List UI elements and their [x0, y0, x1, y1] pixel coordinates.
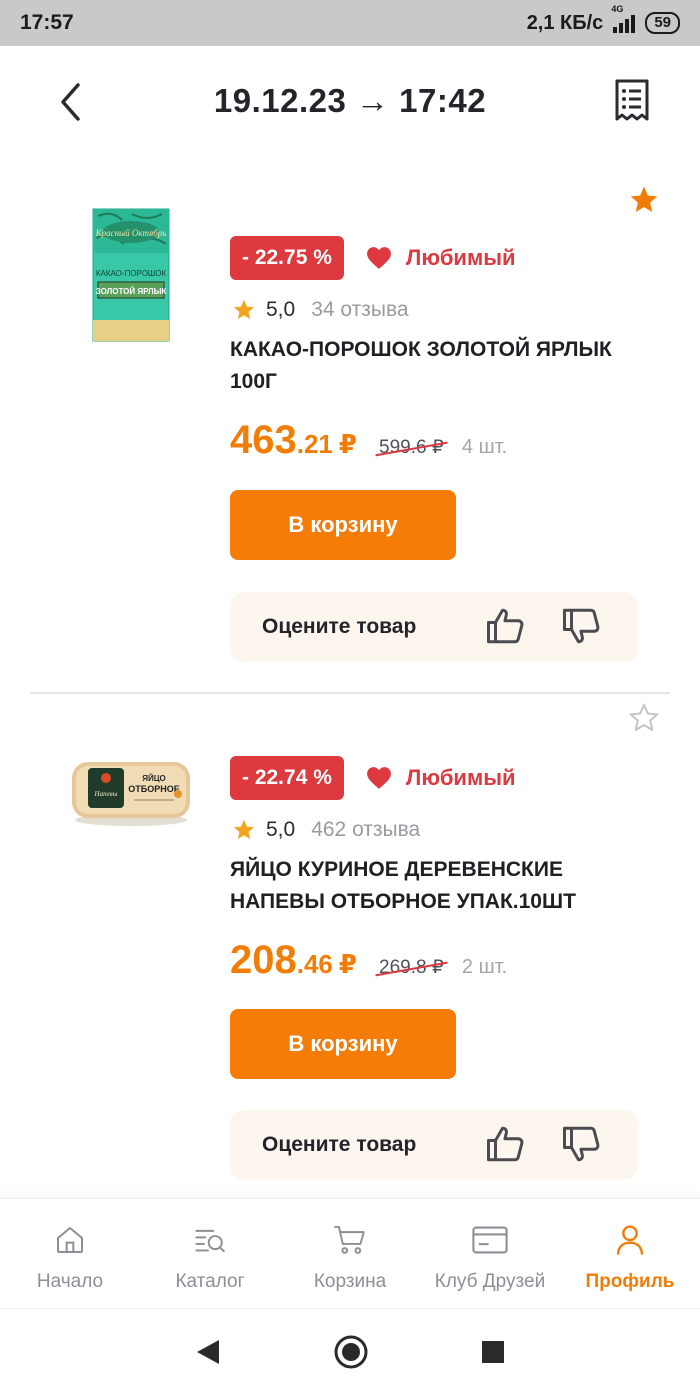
badges-row: - 22.74 % Любимый: [230, 756, 516, 800]
network-type: 4G: [611, 4, 624, 14]
rating-row: 5,0 34 отзыва: [232, 298, 409, 322]
favorite-text: Любимый: [405, 245, 516, 270]
card-icon: [472, 1226, 508, 1254]
catalog-search-icon: [195, 1229, 226, 1253]
favorite-label: Любимый: [366, 245, 516, 271]
old-price: 269.8 ₽: [379, 957, 444, 978]
star-outline-icon: [629, 703, 659, 731]
nav-label: Клуб Друзей: [434, 1271, 546, 1292]
favorite-star-button[interactable]: [626, 700, 662, 736]
add-to-cart-button[interactable]: В корзину: [230, 1009, 456, 1079]
signal-icon: 4G: [611, 4, 636, 33]
image-main-text: ОТБОРНОЕ: [128, 784, 179, 794]
nav-item-profile[interactable]: Профиль: [560, 1199, 700, 1308]
add-to-cart-button[interactable]: В корзину: [230, 490, 456, 560]
price-cents: .21: [296, 429, 333, 459]
status-time: 17:57: [20, 11, 74, 34]
product-image[interactable]: Красный Октябрь КАКАО-ПОРОШОК ЗОЛОТОЙ ЯР…: [92, 208, 170, 342]
nav-item-friends-club[interactable]: Клуб Друзей: [420, 1199, 560, 1308]
price-row: 463 .21 ₽ 599.6 ₽ 4 шт.: [230, 418, 507, 463]
thumbs-up-icon: [487, 1126, 524, 1162]
star-rating-icon: [234, 820, 254, 839]
old-price: 599.6 ₽: [379, 437, 444, 458]
status-bar: 17:57 2,1 КБ/с 4G 59: [0, 0, 700, 46]
square-recents-icon: [482, 1341, 504, 1363]
reviews-link[interactable]: 462 отзыва: [311, 818, 420, 842]
nav-item-catalog[interactable]: Каталог: [140, 1199, 280, 1308]
nav-label: Каталог: [175, 1271, 245, 1292]
system-home-button[interactable]: [333, 1334, 369, 1375]
nav-item-cart[interactable]: Корзина: [280, 1199, 420, 1308]
rate-product-box: Оцените товар: [230, 1110, 638, 1180]
header: 19.12.23 → 17:42: [0, 46, 700, 156]
cart-icon: [334, 1225, 365, 1254]
thumbs-down-icon: [563, 1126, 600, 1162]
discount-badge: - 22.74 %: [230, 756, 344, 800]
thumbs-down-button[interactable]: [558, 602, 606, 650]
receipt-button[interactable]: [608, 74, 656, 126]
triangle-back-icon: [197, 1340, 219, 1364]
thumbs-up-icon: [487, 608, 524, 644]
heart-icon: [366, 767, 391, 789]
discount-badge: - 22.75 %: [230, 236, 344, 280]
image-main-text: ЗОЛОТОЙ ЯРЛЫК: [96, 287, 167, 296]
heart-icon: [366, 247, 391, 269]
image-top-text: ЯЙЦО: [142, 774, 166, 783]
rating-row: 5,0 462 отзыва: [232, 818, 420, 842]
product-image[interactable]: Напевы ЯЙЦО ОТБОРНОЕ: [70, 754, 192, 828]
rate-label: Оцените товар: [262, 615, 417, 638]
network-speed: 2,1 КБ/с: [526, 11, 604, 34]
product-name[interactable]: ЯЙЦО КУРИНОЕ ДЕРЕВЕНСКИЕ НАПЕВЫ ОТБОРНОЕ…: [230, 854, 610, 918]
brand-text: Красный Октябрь: [95, 228, 167, 238]
system-nav-bar: [0, 1308, 700, 1400]
profile-icon: [616, 1225, 644, 1255]
price-main: 208: [230, 938, 297, 982]
page-title: 19.12.23 → 17:42: [213, 82, 487, 119]
system-back-button[interactable]: [195, 1338, 221, 1371]
price-cents: .46: [296, 949, 333, 979]
battery-icon: 59: [645, 12, 680, 34]
thumbs-down-button[interactable]: [558, 1120, 606, 1168]
product-card: Красный Октябрь КАКАО-ПОРОШОК ЗОЛОТОЙ ЯР…: [0, 170, 700, 690]
circle-home-icon: [334, 1335, 368, 1369]
thumbs-up-button[interactable]: [482, 1120, 530, 1168]
status-indicators: 2,1 КБ/с 4G 59: [526, 4, 680, 35]
price-currency: ₽: [338, 429, 357, 459]
rating-score: 5,0: [266, 298, 296, 321]
reviews-link[interactable]: 34 отзыва: [311, 298, 408, 322]
rating-score: 5,0: [266, 818, 296, 841]
star-rating-icon: [234, 300, 254, 319]
nav-label: Корзина: [313, 1271, 387, 1292]
bottom-nav: Начало Каталог Корзина Клуб Друзей Профи…: [0, 1198, 700, 1308]
product-name[interactable]: КАКАО-ПОРОШОК ЗОЛОТОЙ ЯРЛЫК 100Г: [230, 334, 640, 398]
receipt-icon: [615, 79, 649, 121]
home-icon: [57, 1227, 83, 1253]
nav-label: Профиль: [585, 1271, 675, 1292]
nav-item-home[interactable]: Начало: [0, 1199, 140, 1308]
price-main: 463: [230, 418, 297, 462]
price-currency: ₽: [338, 949, 357, 979]
star-filled-icon: [630, 186, 658, 212]
price-row: 208 .46 ₽ 269.8 ₽ 2 шт.: [230, 938, 507, 983]
system-recents-button[interactable]: [481, 1340, 505, 1369]
quantity: 2 шт.: [461, 956, 508, 978]
favorite-star-button[interactable]: [626, 182, 662, 218]
image-top-text: КАКАО-ПОРОШОК: [96, 269, 167, 278]
product-card: Напевы ЯЙЦО ОТБОРНОЕ - 22.74 % Любимый 5…: [0, 692, 700, 1202]
rate-product-box: Оцените товар: [230, 592, 638, 662]
rate-label: Оцените товар: [262, 1133, 417, 1156]
favorite-text: Любимый: [405, 765, 516, 790]
svg-text:Напевы: Напевы: [94, 790, 118, 798]
favorite-label: Любимый: [366, 765, 516, 791]
nav-label: Начало: [36, 1271, 104, 1292]
thumbs-up-button[interactable]: [482, 602, 530, 650]
quantity: 4 шт.: [461, 436, 508, 458]
thumbs-down-icon: [563, 608, 600, 644]
badges-row: - 22.75 % Любимый: [230, 236, 516, 280]
